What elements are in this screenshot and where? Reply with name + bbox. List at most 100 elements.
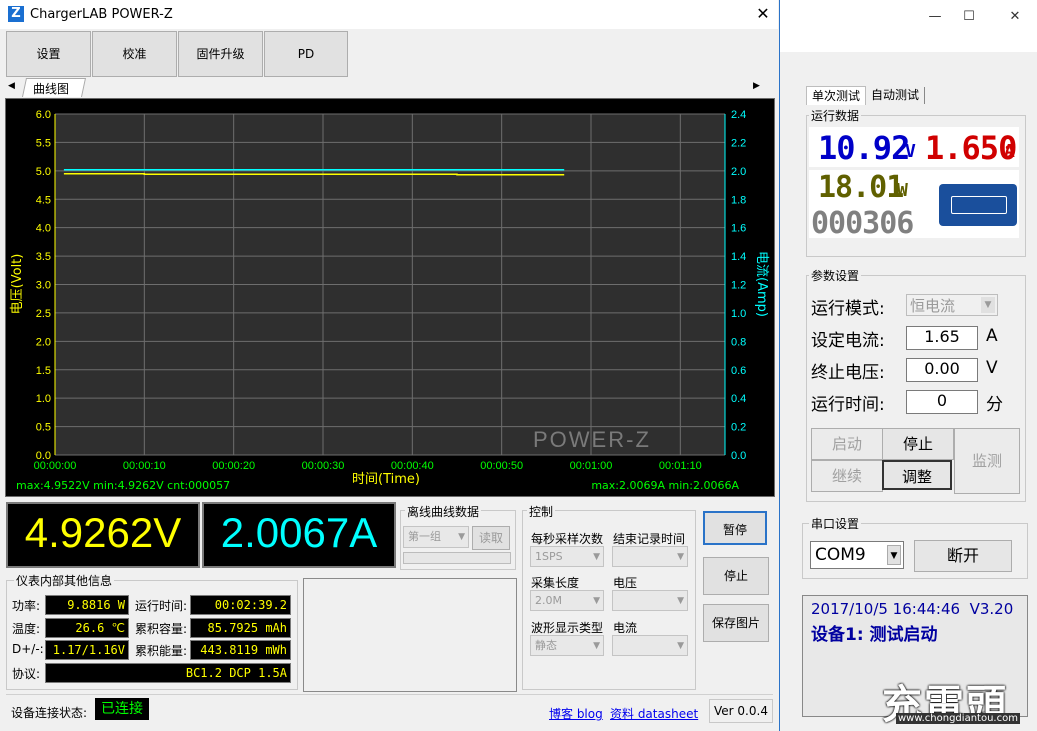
offline-group-value: 第一组 <box>408 530 441 543</box>
y-left-tick-label: 4.5 <box>36 194 51 206</box>
length-value: 2.0M <box>535 594 562 607</box>
x-tick-label: 00:00:10 <box>123 460 166 472</box>
y-left-tick-label: 5.5 <box>36 137 51 149</box>
temp-label: 温度: <box>12 622 41 636</box>
y-right-tick-label: 2.2 <box>731 137 746 149</box>
port-value: COM9 <box>815 545 866 565</box>
end-time-select[interactable]: ▼ <box>612 546 688 567</box>
protocol-label: 协议: <box>12 667 41 681</box>
save-image-button[interactable]: 保存图片 <box>703 604 769 642</box>
maximize-icon[interactable]: ☐ <box>954 6 984 28</box>
card-logo-mark <box>951 196 1007 214</box>
close-icon[interactable]: ✕ <box>751 3 775 25</box>
y-left-tick-label: 4.0 <box>36 223 51 235</box>
log-line-1: 2017/10/5 16:44:46 V3.20 <box>811 600 1014 618</box>
wave-type-select[interactable]: 静态 ▼ <box>530 635 604 656</box>
tab-single-test-label: 单次测试 <box>811 89 860 103</box>
current-select[interactable]: ▼ <box>612 635 688 656</box>
y-left-tick-label: 5.0 <box>36 166 51 178</box>
y-left-tick-label: 1.0 <box>36 393 51 405</box>
info-title: 仪表内部其他信息 <box>14 572 115 589</box>
close-icon[interactable]: ✕ <box>1000 6 1030 28</box>
offline-group-select[interactable]: 第一组 ▼ <box>403 526 469 548</box>
datasheet-link[interactable]: 资料 datasheet <box>610 705 698 722</box>
lcd-voltage-unit: V <box>905 141 916 162</box>
x-tick-label: 00:00:20 <box>212 460 255 472</box>
x-tick-label: 00:00:00 <box>34 460 77 472</box>
monitor-button[interactable]: 监测 <box>954 428 1020 494</box>
y-right-tick-label: 0.0 <box>731 450 746 462</box>
tab-scroll-right-icon[interactable]: ▶ <box>753 81 760 91</box>
y-right-tick-label: 0.8 <box>731 336 746 348</box>
tab-auto-test[interactable]: 自动测试 <box>866 87 925 104</box>
run-time-input[interactable]: 0 <box>906 390 978 414</box>
end-voltage-label: 终止电压: <box>811 363 885 383</box>
mode-select[interactable]: 恒电流 ▼ <box>906 294 998 316</box>
pause-button[interactable]: 暂停 <box>703 511 767 545</box>
y-left-tick-label: 2.0 <box>36 336 51 348</box>
end-voltage-input[interactable]: 0.00 <box>906 358 978 382</box>
continue-button[interactable]: 继续 <box>811 460 883 492</box>
stop-button-bg[interactable]: 停止 <box>882 428 954 460</box>
lcd-panel-lower: 18.01 W 000306 <box>809 170 1019 241</box>
disconnect-button[interactable]: 断开 <box>914 540 1012 572</box>
x-tick-label: 00:01:10 <box>659 460 702 472</box>
length-label: 采集长度 <box>531 576 580 590</box>
y-left-tick-label: 1.5 <box>36 365 51 377</box>
voltage-label: 电压 <box>613 576 638 590</box>
runtime-value: 00:02:39.2 <box>190 595 291 615</box>
capacity-value: 85.7925 mAh <box>190 618 291 638</box>
y-left-tick-label: 2.5 <box>36 308 51 320</box>
main-window: Z ChargerLAB POWER-Z ✕ 设置 校准 固件升级 PD ◀ ▶… <box>0 0 780 731</box>
wave-type-value: 静态 <box>535 639 557 652</box>
set-current-input[interactable]: 1.65 <box>906 326 978 350</box>
tab-scroll-left-icon[interactable]: ◀ <box>8 81 15 91</box>
port-select[interactable]: COM9 ▼ <box>810 541 904 569</box>
log-line-2: 设备1: 测试启动 <box>811 625 938 645</box>
stop-button[interactable]: 停止 <box>703 557 769 595</box>
pd-button[interactable]: PD <box>264 31 348 77</box>
sample-rate-value: 1SPS <box>535 550 563 563</box>
adjust-button[interactable]: 调整 <box>882 460 952 490</box>
y-right-label: 电流(Amp) <box>754 251 769 317</box>
calibrate-button[interactable]: 校准 <box>92 31 177 77</box>
dpdm-value: 1.17/1.16V <box>45 640 129 660</box>
chevron-down-icon: ▼ <box>593 552 600 562</box>
app-logo-icon: Z <box>8 6 24 22</box>
settings-button[interactable]: 设置 <box>6 31 91 77</box>
length-select[interactable]: 2.0M ▼ <box>530 590 604 611</box>
sample-rate-label: 每秒采样次数 <box>531 532 604 546</box>
firmware-upgrade-button[interactable]: 固件升级 <box>178 31 263 77</box>
start-button[interactable]: 启动 <box>811 428 883 460</box>
run-time-unit: 分 <box>986 395 1003 415</box>
param-title: 参数设置 <box>809 267 862 284</box>
voltage-select[interactable]: ▼ <box>612 590 688 611</box>
set-current-unit: A <box>986 326 998 346</box>
connection-status: 已连接 <box>95 698 149 720</box>
lcd-current-unit: A <box>1004 141 1015 162</box>
minimize-icon[interactable]: — <box>920 6 950 28</box>
y-right-tick-label: 1.0 <box>731 308 746 320</box>
current-label: 电流 <box>613 621 638 635</box>
y-right-tick-label: 0.6 <box>731 365 746 377</box>
y-right-tick-label: 2.4 <box>731 109 746 121</box>
chevron-down-icon: ▼ <box>593 641 600 651</box>
y-right-tick-label: 1.2 <box>731 280 746 292</box>
end-voltage-unit: V <box>986 358 998 378</box>
energy-value: 443.8119 mWh <box>190 640 291 660</box>
x-axis-label: 时间(Time) <box>352 472 420 487</box>
mode-label: 运行模式: <box>811 299 885 319</box>
blog-link[interactable]: 博客 blog <box>549 705 603 722</box>
read-button[interactable]: 读取 <box>472 526 510 550</box>
chart-area: 0.0 0.5 1.0 1.5 2.0 2.5 3.0 3.5 4.0 4.5 5.0 5.5 6.0 0… <box>5 98 775 497</box>
sample-rate-select[interactable]: 1SPS ▼ <box>530 546 604 567</box>
lcd-power: 18.01 <box>818 170 904 205</box>
chevron-down-icon: ▼ <box>677 596 684 606</box>
dpdm-label: D+/-: <box>12 642 44 656</box>
tab-single-test[interactable]: 单次测试 <box>806 86 866 105</box>
x-tick-label: 00:00:50 <box>480 460 523 472</box>
tab-chart-label: 曲线图 <box>33 82 70 96</box>
blank-panel <box>303 578 517 692</box>
run-data-title: 运行数据 <box>809 107 862 124</box>
x-tick-label: 00:00:40 <box>391 460 434 472</box>
